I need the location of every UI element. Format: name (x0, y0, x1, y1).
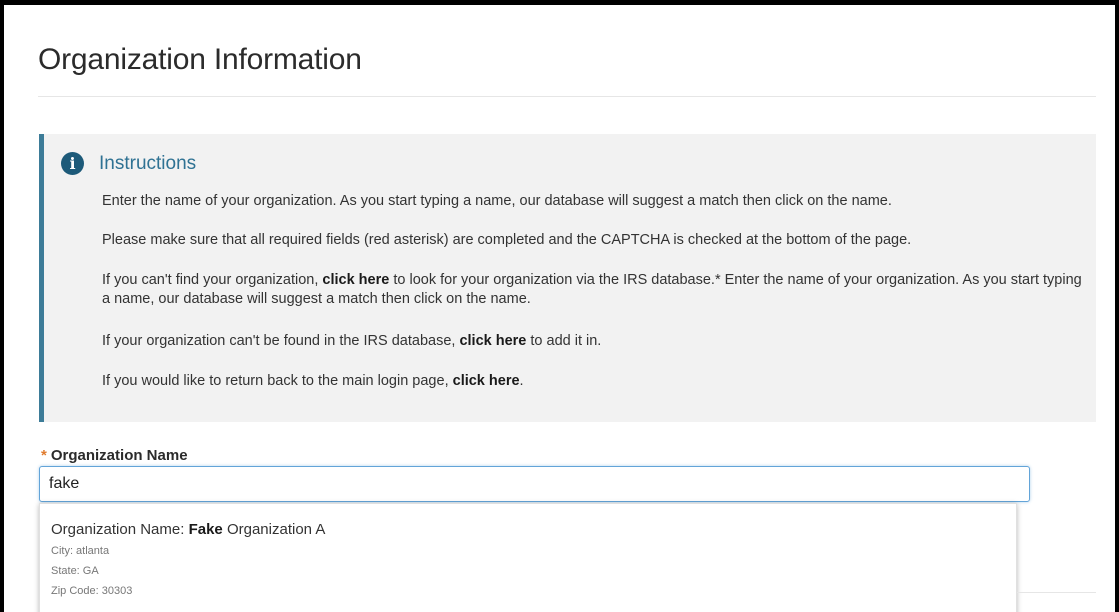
instructions-heading: Instructions (99, 153, 197, 174)
organization-name-label: * Organization Name (41, 447, 188, 464)
section-divider (1017, 592, 1096, 593)
add-organization-link[interactable]: click here (459, 333, 526, 349)
instruction-5-text-before: If you would like to return back to the … (102, 373, 453, 389)
instruction-4-text-before: If your organization can't be found in t… (102, 333, 460, 349)
instruction-paragraph-4: If your organization can't be found in t… (102, 332, 1082, 351)
main-login-link[interactable]: click here (453, 373, 520, 389)
suggestion-name-rest: Organization A (222, 521, 326, 538)
organization-name-label-text: Organization Name (50, 447, 188, 464)
instruction-paragraph-1: Enter the name of your organization. As … (102, 193, 892, 209)
suggestion-name-label: Organization Name: (51, 521, 189, 538)
suggestion-city: City: atlanta (51, 545, 110, 557)
instruction-paragraph-5: If you would like to return back to the … (102, 372, 1082, 391)
suggestion-zip: Zip Code: 30303 (51, 585, 133, 597)
suggestion-name-match: Fake (188, 521, 223, 538)
info-icon: i (61, 152, 84, 175)
page-title: Organization Information (38, 43, 362, 76)
organization-name-input[interactable] (39, 466, 1030, 502)
instruction-3-text-before: If you can't find your organization, (102, 272, 323, 288)
suggestion-state: State: GA (51, 565, 99, 577)
suggestion-item[interactable]: Organization Name: Fake Organization A C… (40, 504, 1016, 612)
instruction-paragraph-2: Please make sure that all required field… (102, 232, 912, 248)
irs-search-link[interactable]: click here (322, 272, 389, 288)
instruction-5-text-after: . (519, 373, 524, 389)
title-divider (38, 96, 1096, 97)
instructions-panel: i Instructions Enter the name of your or… (39, 134, 1096, 422)
required-asterisk: * (41, 447, 47, 464)
instruction-paragraph-3: If you can't find your organization, cli… (102, 271, 1082, 309)
suggestion-name: Organization Name: Fake Organization A (51, 521, 325, 538)
instruction-4-text-after: to add it in. (526, 333, 602, 349)
page-frame: Organization Information i Instructions … (4, 5, 1115, 612)
autocomplete-dropdown: Organization Name: Fake Organization A C… (39, 503, 1017, 612)
